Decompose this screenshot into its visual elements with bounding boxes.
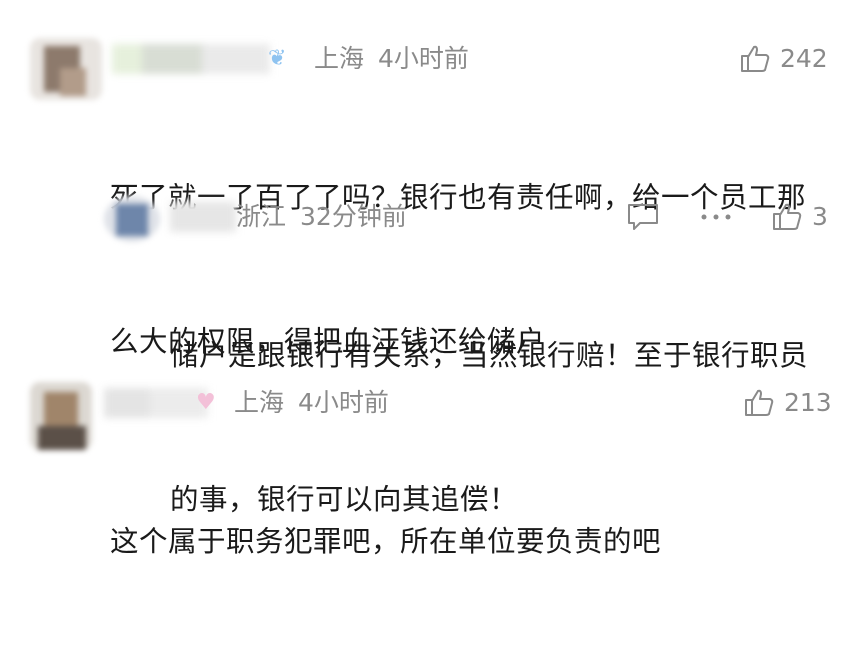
avatar[interactable] xyxy=(104,196,160,242)
avatar[interactable] xyxy=(30,38,102,100)
comment-meta: 浙江 32分钟前 xyxy=(236,202,421,232)
like-button[interactable]: 3 xyxy=(772,202,828,232)
reply-button[interactable] xyxy=(626,202,660,232)
username-blurred[interactable] xyxy=(170,202,236,232)
comment-time: 4小时前 xyxy=(298,388,389,417)
comment-time: 32分钟前 xyxy=(300,202,407,231)
comment-meta: 上海 4小时前 xyxy=(314,44,483,74)
thumbs-up-icon xyxy=(740,44,770,74)
heart-icon: ♥ xyxy=(196,390,216,415)
comment-meta: 上海 4小时前 xyxy=(234,388,403,418)
like-count: 242 xyxy=(780,44,828,73)
username-blurred[interactable] xyxy=(112,44,270,74)
like-count: 3 xyxy=(812,202,828,231)
like-button[interactable]: 242 xyxy=(740,44,828,74)
comment-item: ♥ 上海 4小时前 213 这个属于职务犯罪吧，所在单位要负责的吧 xyxy=(0,370,842,558)
comment-body: 这个属于职务犯罪吧，所在单位要负责的吧 xyxy=(110,422,661,662)
comment-location: 浙江 xyxy=(236,202,287,231)
thumbs-up-icon xyxy=(772,202,802,232)
comment-time: 4小时前 xyxy=(378,44,469,73)
butterfly-icon: ❦ xyxy=(268,46,287,71)
avatar[interactable] xyxy=(30,382,92,450)
more-button[interactable] xyxy=(700,202,732,232)
comment-line: 这个属于职务犯罪吧，所在单位要负责的吧 xyxy=(110,525,662,558)
thumbs-up-icon xyxy=(744,388,774,418)
username-blurred[interactable] xyxy=(104,388,208,418)
like-button[interactable]: 213 xyxy=(744,388,832,418)
comment-item: ❦ 上海 4小时前 242 死了就一了百了了吗？银行也有责任啊，给一个员工那 么大… xyxy=(0,0,842,358)
reply-item: 浙江 32分钟前 3 储户是跟银行有关系，当然银行赔！至于银行职员 的事，银行可以… xyxy=(0,190,842,516)
more-dots-icon xyxy=(700,202,732,232)
comment-location: 上海 xyxy=(234,388,285,417)
like-count: 213 xyxy=(784,388,832,417)
comment-bubble-icon xyxy=(626,202,660,232)
comment-location: 上海 xyxy=(314,44,365,73)
